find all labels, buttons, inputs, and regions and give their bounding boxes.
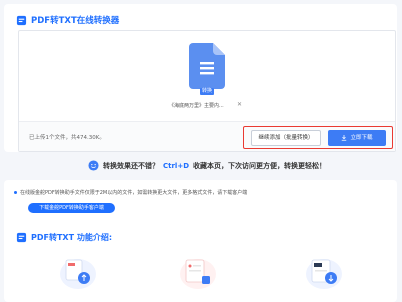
- txt-file-icon: [189, 43, 225, 89]
- file-name: 《海底两万里》主要内...: [169, 103, 224, 109]
- feature-header: PDF转TXT 功能介绍:: [16, 232, 112, 243]
- pdf-convert-icon: [16, 232, 27, 243]
- converter-header: PDF转TXT在线转换器: [16, 14, 119, 26]
- smile-icon: [88, 160, 99, 171]
- close-icon[interactable]: ✕: [237, 101, 242, 108]
- info-panel: 在线版金舵PDF转换助手文件仅限于2M以内的文件，如需转换更大文件，更多格式文件…: [4, 180, 397, 302]
- download-label: 立即下载: [350, 135, 373, 141]
- download-icon: [342, 135, 347, 141]
- upload-footer: 已上传1个文件，共474.30K。 继续添加（批量转换） 立即下载: [19, 121, 395, 151]
- upload-summary: 已上传1个文件，共474.30K。: [29, 135, 105, 141]
- convert-badge: 转换: [200, 88, 214, 95]
- upload-area[interactable]: 转换 《海底两万里》主要内... ✕ 已上传1个文件，共474.30K。 继续添…: [18, 30, 396, 152]
- pdf-convert-icon: [16, 15, 27, 25]
- notice-text: 在线版金舵PDF转换助手文件仅限于2M以内的文件，如需转换更大文件，更多格式文件…: [20, 190, 248, 196]
- feature-title: PDF转TXT 功能介绍:: [31, 233, 113, 242]
- download-now-button[interactable]: 立即下载: [328, 130, 386, 146]
- tip-shortcut: Ctrl+D: [163, 161, 190, 170]
- doc-convert-illustration-icon: [306, 259, 342, 289]
- converter-panel: PDF转TXT在线转换器 转换 《海底两万里》主要内... ✕ 已上传1个文件，…: [4, 4, 397, 152]
- bullet-icon: [14, 191, 17, 194]
- size-limit-notice: 在线版金舵PDF转换助手文件仅限于2M以内的文件，如需转换更大文件，更多格式文件…: [14, 189, 247, 196]
- tip-lead: 转换效果还不错？: [103, 161, 159, 170]
- document-edit-illustration-icon: [180, 259, 216, 289]
- tip-rest: 收藏本页，下次访问更方便，转换更轻松！: [193, 161, 327, 170]
- page-title: PDF转TXT在线转换器: [31, 16, 120, 26]
- cloud-upload-illustration-icon: [60, 259, 96, 289]
- download-client-button[interactable]: 下载金舵PDF转换助手客户端: [28, 203, 115, 213]
- bookmark-tip: 转换效果还不错？ Ctrl+D 收藏本页，下次访问更方便，转换更轻松！: [88, 160, 326, 171]
- continue-add-button[interactable]: 继续添加（批量转换）: [251, 130, 321, 146]
